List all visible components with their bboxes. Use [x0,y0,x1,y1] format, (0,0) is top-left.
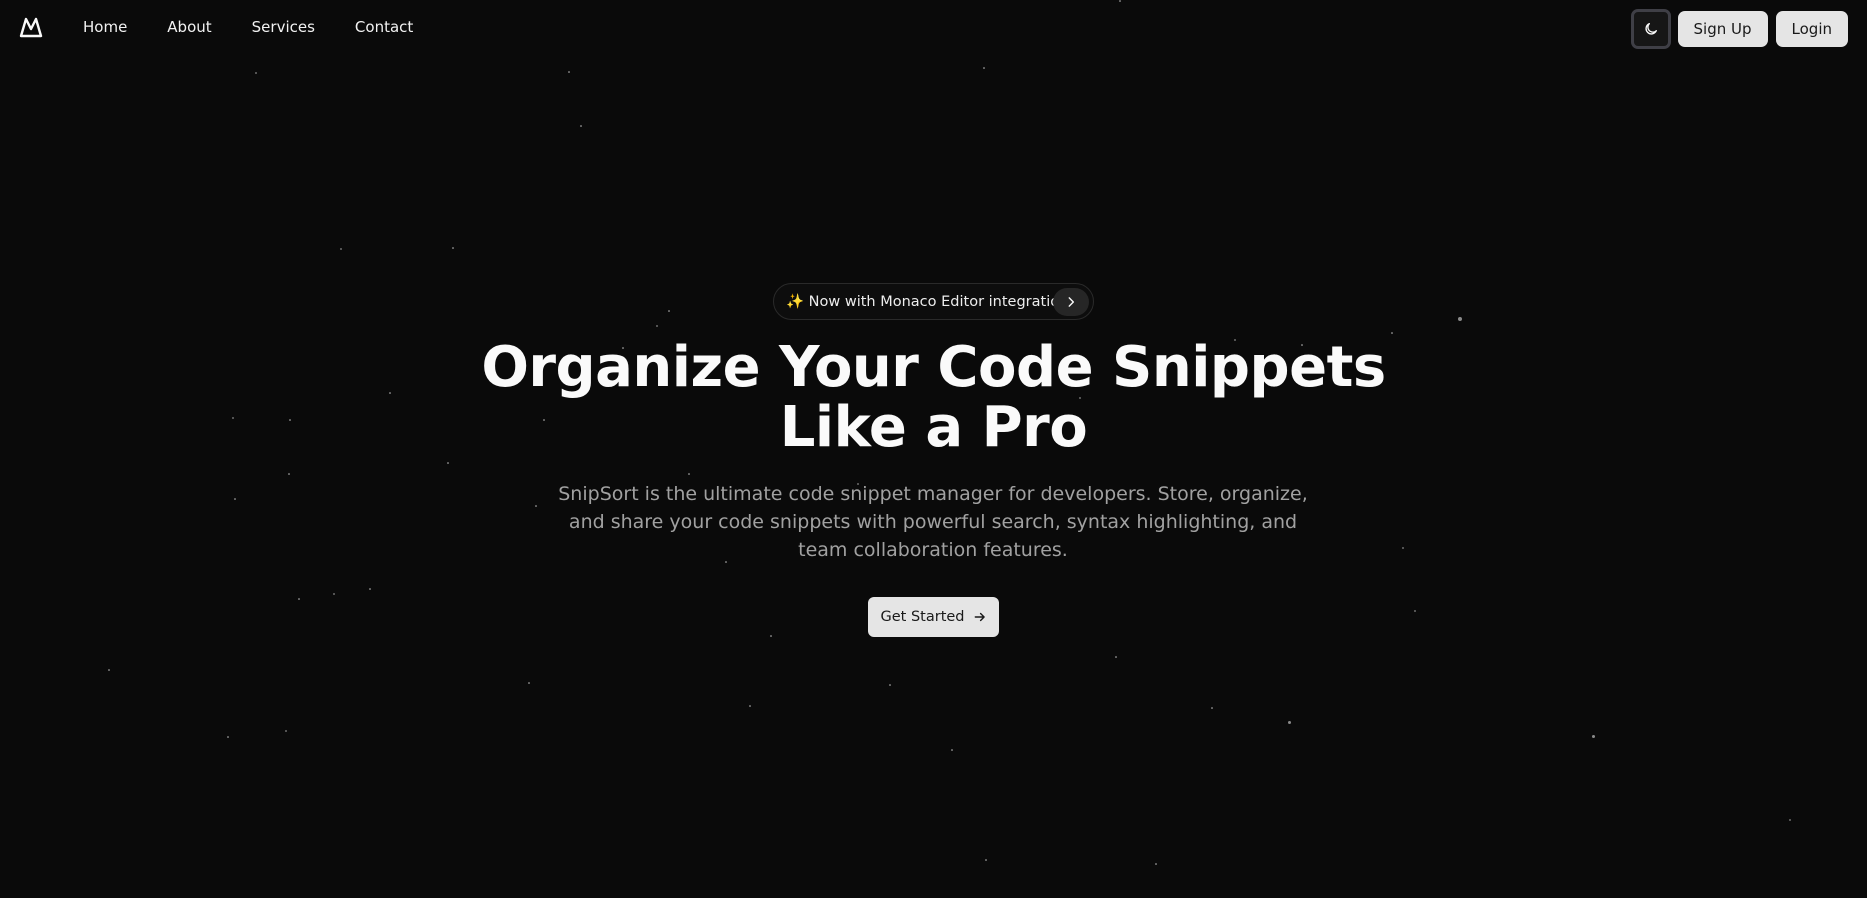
star-dot [1115,656,1117,658]
badge-arrow-button[interactable] [1053,288,1089,316]
get-started-label: Get Started [880,609,965,625]
site-header: Home About Services Contact Sign Up Logi… [0,0,1867,54]
star-dot [568,71,570,73]
star-dot [528,682,530,684]
star-dot [289,419,291,421]
star-dot [535,505,537,507]
star-dot [1287,720,1291,724]
star-dot [284,729,288,733]
star-dot [288,473,290,475]
mountain-logo-icon[interactable] [19,16,43,38]
get-started-button[interactable]: Get Started [868,597,999,637]
star-dot [232,417,234,419]
star-dot [1591,734,1595,738]
star-dot [668,310,670,312]
hero-title: Organize Your Code Snippets Like a Pro [420,338,1447,458]
hero-title-line-2: Like a Pro [779,395,1088,460]
star-dot [234,498,236,500]
announcement-badge-text: ✨ Now with Monaco Editor integration [786,294,1069,310]
star-dot [749,705,751,707]
star-dot [1457,316,1463,322]
star-dot [951,749,953,751]
login-button[interactable]: Login [1775,11,1848,47]
nav-link-contact[interactable]: Contact [355,18,413,36]
star-dot [108,669,110,671]
theme-toggle-button[interactable] [1630,9,1671,49]
star-dot [452,247,454,249]
arrow-right-icon [973,610,987,624]
star-dot [1414,610,1416,612]
star-dot [333,593,335,595]
star-dot [985,859,987,861]
star-dot [983,67,985,69]
sign-up-button[interactable]: Sign Up [1677,11,1768,47]
star-dot [889,684,891,686]
star-dot [447,462,449,464]
star-dot [340,248,342,250]
star-dot [580,125,582,127]
nav-link-about[interactable]: About [167,18,211,36]
star-dot [255,72,257,74]
star-dot [389,392,391,394]
chevron-right-icon [1068,297,1075,307]
star-dot [369,588,371,590]
hero-title-line-1: Organize Your Code Snippets [481,335,1386,400]
page-root: Home About Services Contact Sign Up Logi… [0,0,1867,898]
hero-description: SnipSort is the ultimate code snippet ma… [558,483,1308,561]
star-dot [770,635,772,637]
star-dot [655,324,659,328]
star-dot [1155,863,1157,865]
announcement-badge[interactable]: ✨ Now with Monaco Editor integration [773,283,1094,320]
star-dot [227,736,229,738]
star-dot [1391,332,1393,334]
star-dot [688,473,690,475]
star-dot [298,598,300,600]
header-actions: Sign Up Login [1630,9,1848,49]
star-dot [1211,707,1213,709]
star-dot [1401,546,1405,550]
main-nav: Home About Services Contact [83,0,453,54]
nav-link-services[interactable]: Services [252,18,315,36]
star-dot [1789,819,1791,821]
nav-link-home[interactable]: Home [83,18,127,36]
moon-icon [1644,23,1657,35]
